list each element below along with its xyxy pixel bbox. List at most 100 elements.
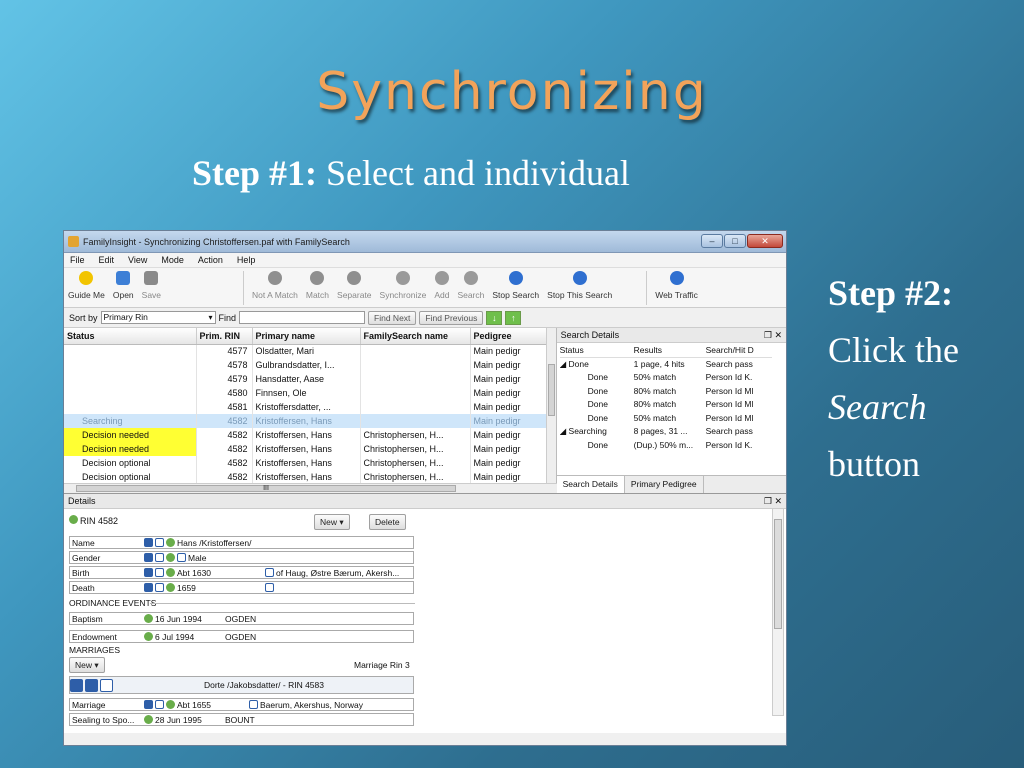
maximize-button[interactable]: □	[724, 234, 746, 248]
link-icon[interactable]	[166, 568, 175, 577]
table-row[interactable]: Decision optional 4582 Kristoffersen, Hans…	[64, 456, 549, 470]
column-header-sd-results[interactable]: Results	[633, 343, 706, 358]
separate-button[interactable]: Separate	[333, 271, 376, 300]
source-icon[interactable]	[155, 553, 164, 562]
list-item[interactable]: Done 80% match Person Id Ml	[560, 398, 772, 412]
edit-icon[interactable]	[144, 553, 153, 562]
guide-me-button[interactable]: Guide Me	[64, 271, 109, 300]
sealing-field[interactable]: Sealing to Spo... 28 Jun 1995 BOUNT	[69, 713, 414, 726]
find-input[interactable]	[239, 311, 366, 324]
table-row[interactable]: 4578 Gulbrandsdatter, I... Main pedigr	[64, 358, 549, 372]
list-item[interactable]: Done (Dup.) 50% m... Person Id K.	[560, 438, 772, 452]
death-field[interactable]: Death 1659	[69, 581, 414, 594]
column-header-rin[interactable]: Prim. RIN	[196, 328, 253, 345]
source-icon[interactable]	[155, 538, 164, 547]
dropdown-icon[interactable]	[177, 553, 186, 562]
panel-controls-icon[interactable]: ❐ ✕	[764, 494, 782, 509]
web-traffic-button[interactable]: Web Traffic	[651, 271, 702, 300]
source-icon[interactable]	[155, 583, 164, 592]
marriage-event-field[interactable]: Marriage Abt 1655 Baerum, Akershus, Norw…	[69, 698, 414, 711]
link-icon[interactable]	[144, 614, 153, 623]
endowment-field[interactable]: Endowment 6 Jul 1994 OGDEN	[69, 630, 414, 643]
delete-button[interactable]: Delete	[369, 514, 406, 530]
move-down-button[interactable]: ↓	[486, 310, 503, 325]
grid-vertical-scrollbar[interactable]	[545, 328, 556, 483]
stop-this-search-button[interactable]: Stop This Search	[543, 271, 616, 300]
sort-select[interactable]: Primary Rin	[100, 311, 216, 324]
source-icon[interactable]	[155, 700, 164, 709]
scroll-thumb[interactable]: III	[76, 485, 456, 492]
synchronize-button[interactable]: Synchronize	[376, 271, 431, 300]
source-icon[interactable]	[85, 678, 98, 692]
gender-field[interactable]: Gender Male	[69, 551, 414, 564]
marriage-new-button[interactable]: New ▾	[69, 657, 105, 673]
link-icon[interactable]	[144, 632, 153, 641]
new-button[interactable]: New ▾	[314, 514, 350, 530]
edit-icon[interactable]	[144, 538, 153, 547]
tab-search-details[interactable]: Search Details	[556, 476, 625, 493]
search-button[interactable]: Search	[453, 271, 488, 300]
place-icon[interactable]	[265, 583, 274, 592]
menu-view[interactable]: View	[128, 255, 147, 265]
table-row[interactable]: 4581 Kristoffersdatter, ... Main pedigr	[64, 400, 549, 414]
edit-icon[interactable]	[70, 678, 83, 692]
column-header-pedigree[interactable]: Pedigree	[470, 328, 549, 345]
column-header-sd-hit[interactable]: Search/Hit D	[705, 343, 772, 358]
edit-icon[interactable]	[144, 568, 153, 577]
spouse-row[interactable]: Dorte /Jakobsdatter/ - RIN 4583	[69, 676, 414, 694]
list-item[interactable]: ◢ Done 1 page, 4 hits Search pass	[560, 357, 772, 371]
table-row[interactable]: 4580 Finnsen, Ole Main pedigr	[64, 386, 549, 400]
table-row[interactable]: 4579 Hansdatter, Aase Main pedigr	[64, 372, 549, 386]
list-item[interactable]: ◢ Searching 8 pages, 31 ... Search pass	[560, 425, 772, 439]
open-button[interactable]: Open	[109, 271, 138, 300]
link-icon[interactable]	[166, 553, 175, 562]
edit-icon[interactable]	[144, 700, 153, 709]
tab-primary-pedigree[interactable]: Primary Pedigree	[625, 476, 704, 493]
edit-icon[interactable]	[144, 583, 153, 592]
panel-controls-icon[interactable]: ❐ ✕	[764, 328, 782, 343]
list-item[interactable]: Done 50% match Person Id K.	[560, 371, 772, 385]
not-a-match-button[interactable]: Not A Match	[248, 271, 302, 300]
birth-field[interactable]: Birth Abt 1630 of Haug, Østre Bærum, Ake…	[69, 566, 414, 579]
menu-file[interactable]: File	[70, 255, 85, 265]
window-titlebar[interactable]: FamilyInsight - Synchronizing Christoffe…	[64, 231, 786, 253]
scroll-thumb[interactable]	[774, 519, 782, 629]
baptism-field[interactable]: Baptism 16 Jun 1994 OGDEN	[69, 612, 414, 625]
list-item[interactable]: Done 50% match Person Id Ml	[560, 411, 772, 425]
match-button[interactable]: Match	[302, 271, 333, 300]
link-icon[interactable]	[100, 678, 113, 692]
name-field[interactable]: Name Hans /Kristoffersen/	[69, 536, 414, 549]
menu-mode[interactable]: Mode	[161, 255, 184, 265]
source-icon[interactable]	[155, 568, 164, 577]
menu-help[interactable]: Help	[237, 255, 256, 265]
column-header-familysearch-name[interactable]: FamilySearch name	[360, 328, 471, 345]
scroll-thumb[interactable]	[547, 364, 555, 416]
table-row[interactable]: Decision optional 4582 Kristoffersen, Hans…	[64, 470, 549, 484]
link-icon[interactable]	[166, 583, 175, 592]
table-row[interactable]: 4577 Olsdatter, Mari Main pedigr	[64, 344, 549, 358]
link-icon[interactable]	[166, 538, 175, 547]
place-icon[interactable]	[265, 568, 274, 577]
list-item[interactable]: Done 80% match Person Id Ml	[560, 384, 772, 398]
column-header-sd-status[interactable]: Status	[559, 343, 634, 358]
table-row[interactable]: Decision needed 4582 Kristoffersen, Hans Ch…	[64, 428, 549, 442]
table-row-selected[interactable]: Searching 4582 Kristoffersen, Hans Main ped…	[64, 414, 549, 428]
link-icon[interactable]	[166, 700, 175, 709]
menu-action[interactable]: Action	[198, 255, 223, 265]
column-header-status[interactable]: Status	[64, 328, 197, 345]
place-icon[interactable]	[249, 700, 258, 709]
table-row[interactable]: Decision needed 4582 Kristoffersen, Hans Ch…	[64, 442, 549, 456]
save-button[interactable]: Save	[138, 271, 165, 300]
details-vertical-scrollbar[interactable]	[772, 508, 784, 716]
minimize-button[interactable]: –	[701, 234, 723, 248]
grid-horizontal-scrollbar[interactable]: III	[64, 483, 558, 493]
column-header-primary-name[interactable]: Primary name	[252, 328, 361, 345]
move-up-button[interactable]: ↑	[505, 310, 522, 325]
find-previous-button[interactable]: Find Previous	[419, 310, 484, 325]
link-icon[interactable]	[144, 715, 153, 724]
menu-edit[interactable]: Edit	[99, 255, 115, 265]
close-button[interactable]: ✕	[747, 234, 783, 248]
find-next-button[interactable]: Find Next	[368, 310, 417, 325]
stop-search-button[interactable]: Stop Search	[488, 271, 543, 300]
add-button[interactable]: Add	[430, 271, 453, 300]
